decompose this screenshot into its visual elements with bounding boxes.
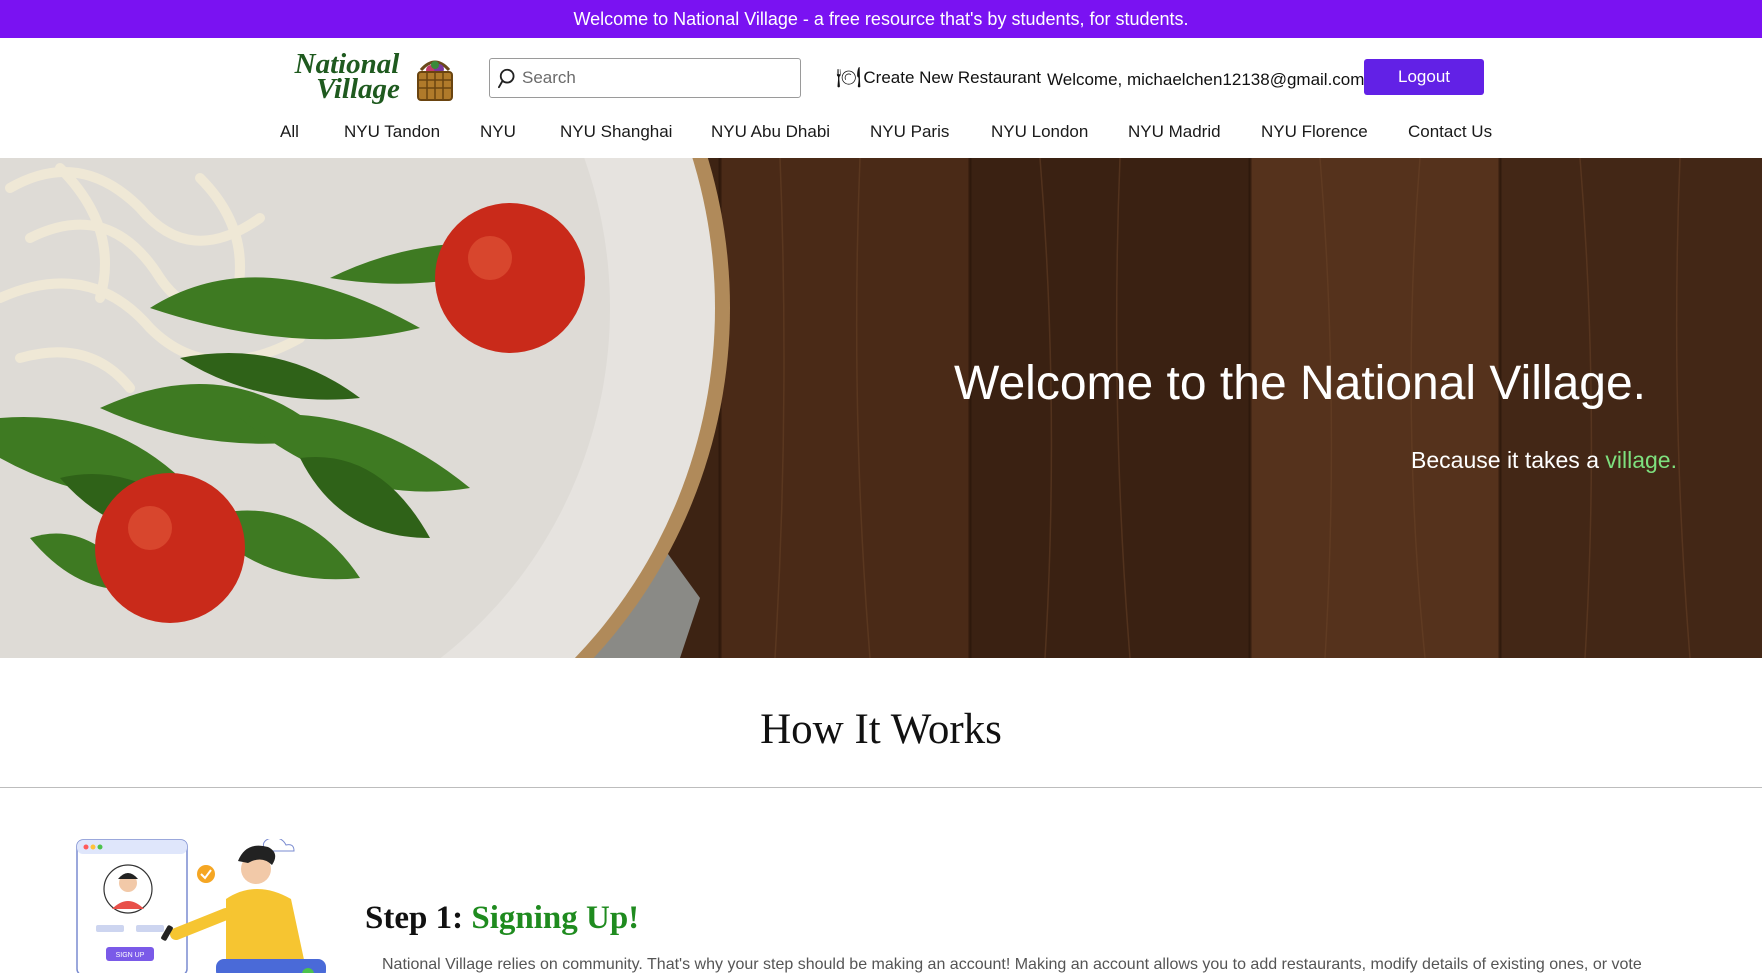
hero-title: Welcome to the National Village. — [954, 357, 1646, 410]
plate-utensils-icon: 🍽 — [836, 67, 862, 89]
nav-item-nyu-london[interactable]: NYU London — [991, 122, 1088, 142]
create-restaurant-link[interactable]: 🍽 Create New Restaurant — [836, 68, 1041, 88]
announcement-banner: Welcome to National Village - a free res… — [0, 0, 1762, 38]
hero-subtitle: Because it takes a village. — [1411, 447, 1677, 474]
nav-item-nyu[interactable]: NYU — [480, 122, 516, 142]
step-1-description: National Village relies on community. Th… — [382, 956, 1642, 973]
hero-banner: Welcome to the National Village. Because… — [0, 158, 1762, 658]
nav-item-nyu-abu-dhabi[interactable]: NYU Abu Dhabi — [711, 122, 830, 142]
nav-item-nyu-madrid[interactable]: NYU Madrid — [1128, 122, 1221, 142]
welcome-user-text: Welcome, michaelchen12138@gmail.com — [1047, 70, 1365, 89]
nav-item-contact-us[interactable]: Contact Us — [1408, 122, 1492, 142]
site-header: National Village 🍽 Create New Restaurant… — [0, 38, 1762, 158]
how-it-works-title: How It Works — [760, 706, 1002, 753]
nav-item-nyu-florence[interactable]: NYU Florence — [1261, 122, 1368, 142]
hero-subtitle-prefix: Because it takes a — [1411, 447, 1606, 473]
site-logo[interactable]: National Village — [281, 50, 455, 106]
logo-wordmark: National Village — [281, 50, 413, 105]
create-restaurant-label: Create New Restaurant — [863, 68, 1042, 87]
nav-item-nyu-tandon[interactable]: NYU Tandon — [344, 122, 440, 142]
search-input[interactable] — [522, 68, 792, 88]
step-1-title: Step 1: Signing Up! — [365, 900, 639, 937]
campus-nav: All NYU Tandon NYU NYU Shanghai NYU Abu … — [0, 122, 1762, 152]
how-it-works-section: How It Works — [0, 658, 1762, 788]
signup-illustration: SIGN UP — [76, 839, 326, 973]
logout-button[interactable]: Logout — [1364, 59, 1484, 95]
announcement-text: Welcome to National Village - a free res… — [573, 8, 1189, 29]
step-1-heading: Signing Up! — [471, 900, 640, 936]
nav-item-nyu-shanghai[interactable]: NYU Shanghai — [560, 122, 672, 142]
search-icon — [498, 68, 515, 89]
step-1-prefix: Step 1: — [365, 900, 472, 936]
basket-icon — [417, 60, 453, 101]
nav-item-all[interactable]: All — [280, 122, 299, 142]
hero-subtitle-accent: village. — [1605, 447, 1677, 473]
logo-line-2: Village — [316, 73, 400, 105]
illustration-signup-label: SIGN UP — [116, 952, 145, 959]
nav-item-nyu-paris[interactable]: NYU Paris — [870, 122, 949, 142]
step-1-section: SIGN UP Step 1: Signing Up! National Vil… — [0, 788, 1762, 973]
search-box[interactable] — [489, 58, 801, 98]
